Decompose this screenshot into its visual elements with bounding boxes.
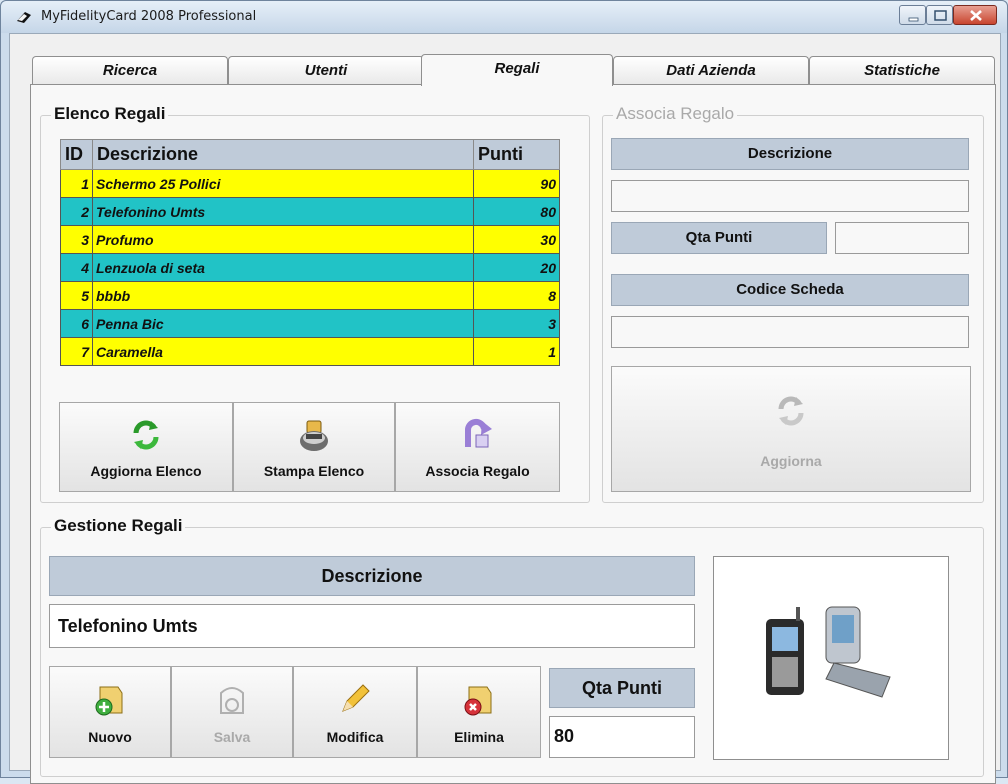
- pencil-icon: [342, 684, 370, 712]
- column-header-punti[interactable]: Punti: [473, 139, 560, 170]
- aggiorna-elenco-label: Aggiorna Elenco: [90, 463, 202, 479]
- associa-regalo-group: Associa Regalo Descrizione Qta Punti Cod…: [602, 104, 984, 503]
- cell-descrizione[interactable]: Telefonino Umts: [92, 197, 474, 226]
- maximize-icon: [934, 10, 947, 21]
- cell-punti[interactable]: 8: [473, 281, 560, 310]
- table-row[interactable]: 7 Caramella 1: [60, 337, 560, 366]
- cell-punti[interactable]: 30: [473, 225, 560, 254]
- save-icon: [220, 687, 244, 714]
- gestione-descrizione-header: Descrizione: [49, 556, 695, 596]
- codice-scheda-header: Codice Scheda: [611, 274, 969, 306]
- cell-id[interactable]: 1: [60, 169, 93, 198]
- cell-descrizione[interactable]: Profumo: [92, 225, 474, 254]
- table-row[interactable]: 6 Penna Bic 3: [60, 309, 560, 338]
- gestione-qta-punti-header: Qta Punti: [549, 668, 695, 708]
- aggiorna-button[interactable]: Aggiorna: [611, 366, 971, 492]
- delete-document-icon: [464, 686, 492, 716]
- cell-id[interactable]: 4: [60, 253, 93, 282]
- stampa-elenco-button[interactable]: Stampa Elenco: [233, 402, 395, 492]
- nuovo-button[interactable]: Nuovo: [49, 666, 171, 758]
- tab-statistiche[interactable]: Statistiche: [809, 56, 995, 84]
- table-row[interactable]: 1 Schermo 25 Pollici 90: [60, 169, 560, 198]
- codice-scheda-field[interactable]: [611, 316, 969, 348]
- refresh-icon: [133, 420, 159, 450]
- table-row[interactable]: 5 bbbb 8: [60, 281, 560, 310]
- associa-regalo-label: Associa Regalo: [425, 463, 530, 479]
- elimina-button[interactable]: Elimina: [417, 666, 541, 758]
- table-row[interactable]: 3 Profumo 30: [60, 225, 560, 254]
- elimina-label: Elimina: [454, 729, 504, 745]
- cell-id[interactable]: 3: [60, 225, 93, 254]
- table-row[interactable]: 4 Lenzuola di seta 20: [60, 253, 560, 282]
- gift-arrow-icon: [464, 418, 492, 448]
- cell-punti[interactable]: 90: [473, 169, 560, 198]
- tab-dati-azienda[interactable]: Dati Azienda: [613, 56, 809, 84]
- stampa-elenco-label: Stampa Elenco: [263, 463, 365, 479]
- gestione-descrizione-field[interactable]: Telefonino Umts: [49, 604, 695, 648]
- cell-punti[interactable]: 1: [473, 337, 560, 366]
- tab-regali[interactable]: Regali: [421, 54, 613, 86]
- associa-descrizione-field[interactable]: [611, 180, 969, 212]
- cell-descrizione[interactable]: bbbb: [92, 281, 474, 310]
- associa-regalo-button[interactable]: Associa Regalo: [395, 402, 560, 492]
- associa-qta-punti-field[interactable]: [835, 222, 969, 254]
- window-title: MyFidelityCard 2008 Professional: [41, 9, 257, 24]
- elenco-regali-title: Elenco Regali: [51, 104, 169, 124]
- minimize-button[interactable]: [899, 5, 926, 25]
- cell-punti[interactable]: 20: [473, 253, 560, 282]
- associa-descrizione-header: Descrizione: [611, 138, 969, 170]
- cell-punti[interactable]: 80: [473, 197, 560, 226]
- modifica-label: Modifica: [326, 729, 384, 745]
- modifica-button[interactable]: Modifica: [293, 666, 417, 758]
- cell-id[interactable]: 5: [60, 281, 93, 310]
- cell-punti[interactable]: 3: [473, 309, 560, 338]
- title-bar: MyFidelityCard 2008 Professional: [1, 1, 1007, 33]
- cell-id[interactable]: 7: [60, 337, 93, 366]
- aggiorna-label: Aggiorna: [760, 453, 822, 469]
- phones-illustration: [766, 606, 891, 698]
- tab-ricerca[interactable]: Ricerca: [32, 56, 228, 84]
- app-window: MyFidelityCard 2008 Professional Ricerca…: [0, 0, 1008, 784]
- gestione-qta-punti-field[interactable]: 80: [549, 716, 695, 758]
- close-button[interactable]: [953, 5, 997, 25]
- column-header-id[interactable]: ID: [60, 139, 93, 170]
- nuovo-label: Nuovo: [88, 729, 132, 745]
- tab-panel-regali: Elenco Regali ID Descrizione Punti 1 Sch…: [30, 84, 996, 784]
- table-row[interactable]: 2 Telefonino Umts 80: [60, 197, 560, 226]
- minimize-icon: [908, 17, 919, 22]
- salva-button[interactable]: Salva: [171, 666, 293, 758]
- cell-descrizione[interactable]: Schermo 25 Pollici: [92, 169, 474, 198]
- associa-qta-punti-header: Qta Punti: [611, 222, 827, 254]
- printer-icon: [300, 420, 328, 451]
- aggiorna-elenco-button[interactable]: Aggiorna Elenco: [59, 402, 233, 492]
- add-document-icon: [95, 686, 123, 716]
- refresh-icon: [778, 396, 804, 426]
- cell-id[interactable]: 6: [60, 309, 93, 338]
- elenco-regali-group: Elenco Regali ID Descrizione Punti 1 Sch…: [40, 104, 590, 503]
- associa-regalo-title: Associa Regalo: [613, 104, 738, 124]
- tab-utenti[interactable]: Utenti: [228, 56, 424, 84]
- close-icon: [970, 10, 982, 21]
- gift-image: [713, 556, 949, 760]
- maximize-button[interactable]: [926, 5, 953, 25]
- cell-id[interactable]: 2: [60, 197, 93, 226]
- salva-label: Salva: [213, 729, 251, 745]
- cell-descrizione[interactable]: Penna Bic: [92, 309, 474, 338]
- gifts-table: ID Descrizione Punti 1 Schermo 25 Pollic…: [60, 139, 560, 366]
- gestione-regali-title: Gestione Regali: [51, 516, 186, 536]
- cell-descrizione[interactable]: Lenzuola di seta: [92, 253, 474, 282]
- column-header-descrizione[interactable]: Descrizione: [92, 139, 474, 170]
- client-area: Ricerca Utenti Regali Dati Azienda Stati…: [9, 33, 1001, 784]
- cell-descrizione[interactable]: Caramella: [92, 337, 474, 366]
- gestione-regali-group: Gestione Regali Descrizione Telefonino U…: [40, 516, 984, 777]
- table-header-row: ID Descrizione Punti: [60, 139, 560, 170]
- app-icon: [17, 12, 31, 23]
